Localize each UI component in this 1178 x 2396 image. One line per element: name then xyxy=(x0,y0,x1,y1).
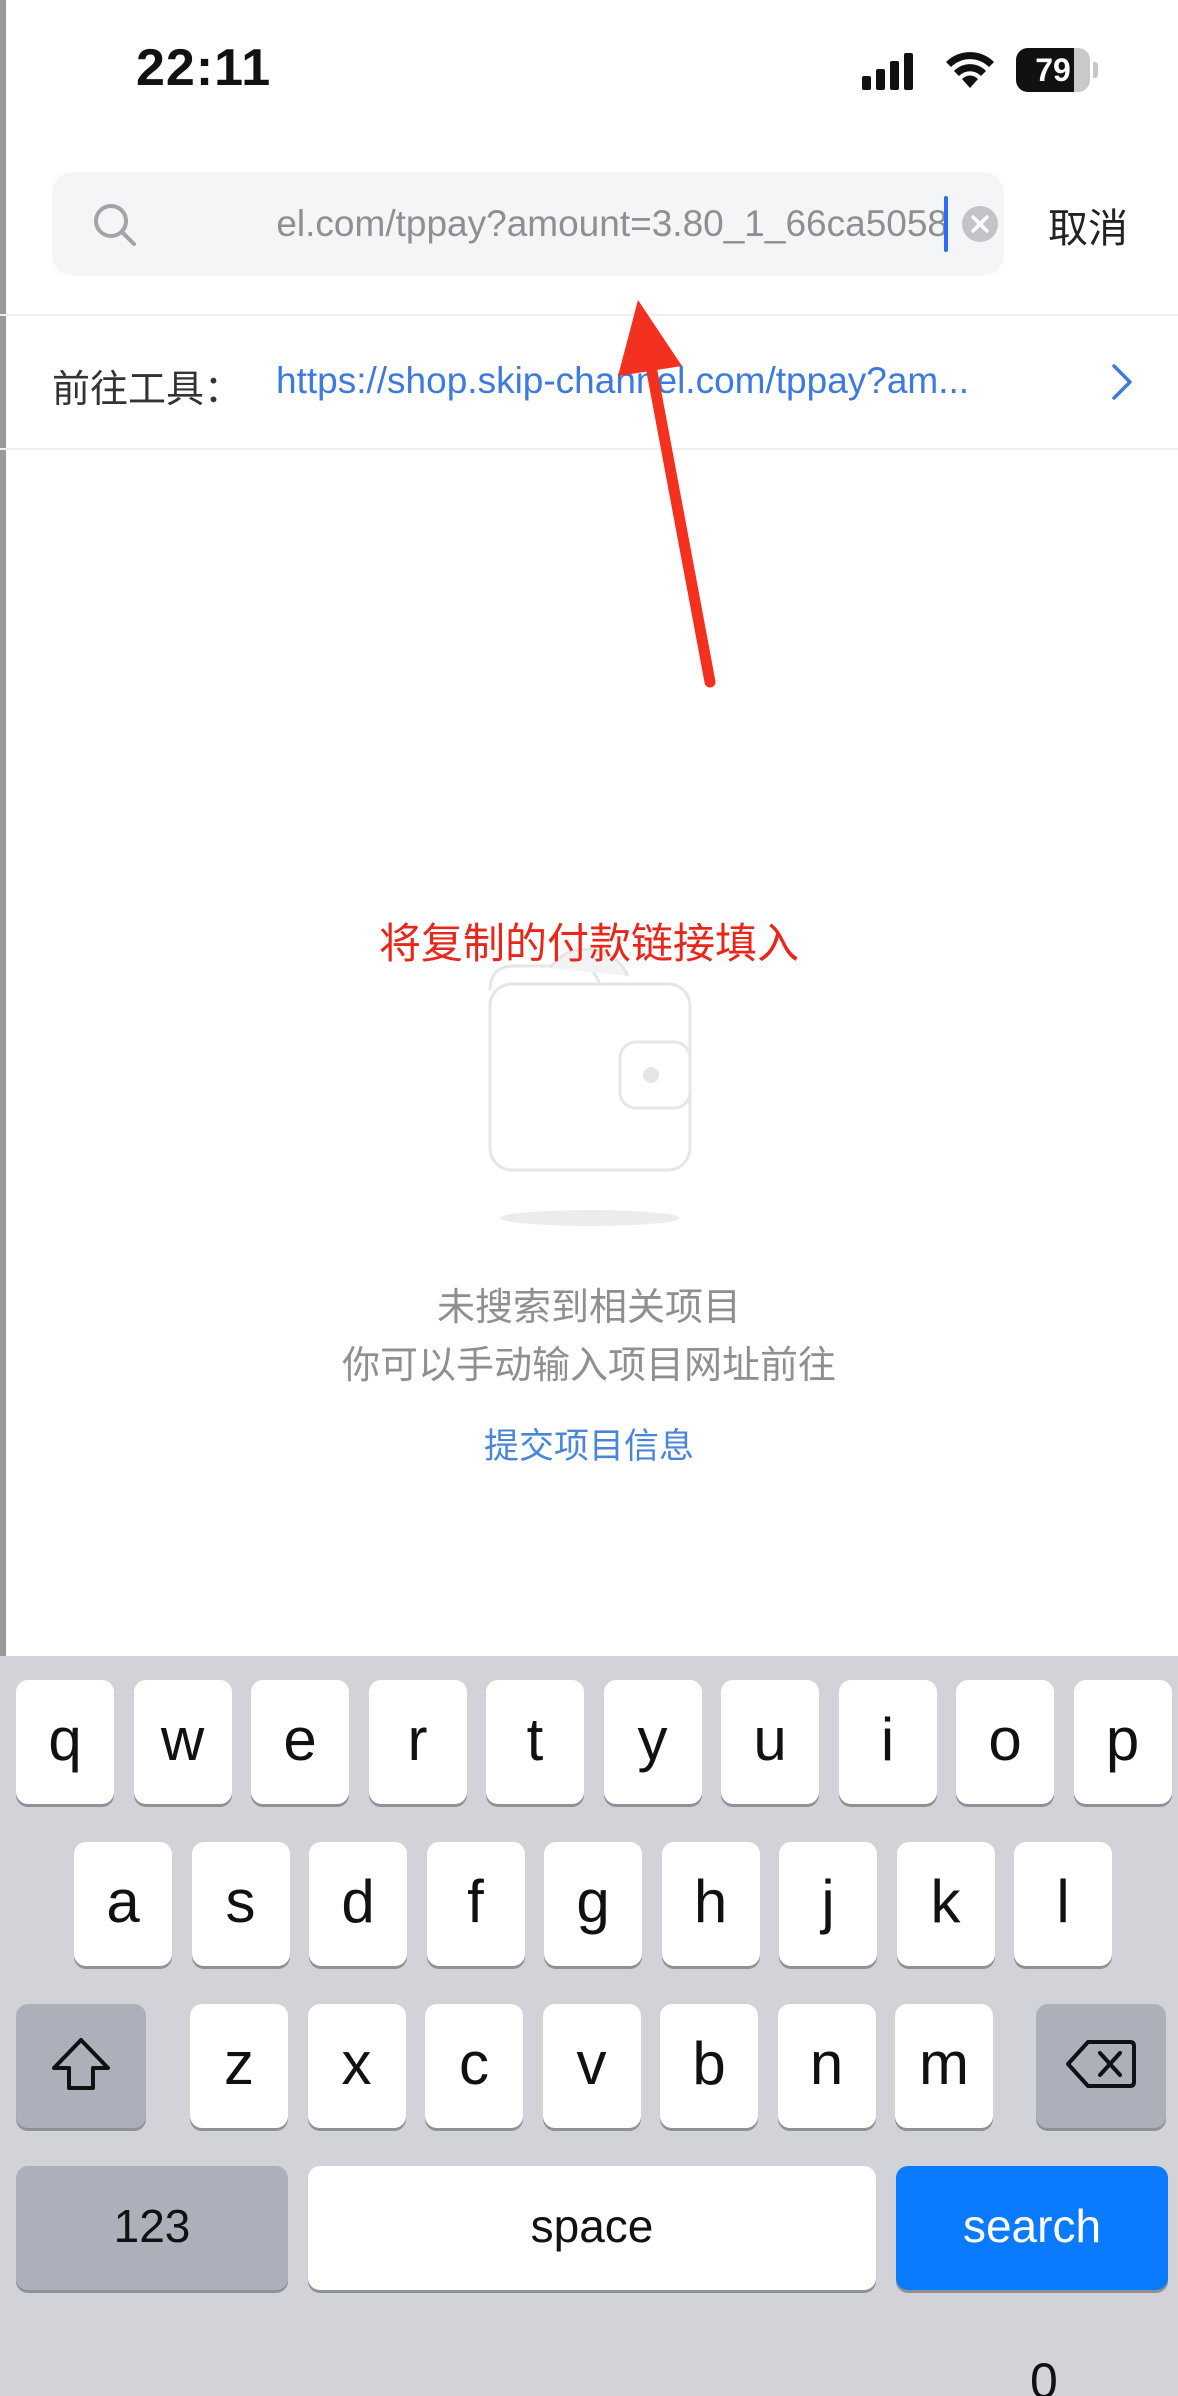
annotation-text: 将复制的付款链接填入 xyxy=(378,920,799,967)
goto-label: 前往工具： xyxy=(52,369,243,411)
status-bar: 22:11 79 xyxy=(0,0,1178,140)
key-x[interactable]: x xyxy=(307,2004,406,2128)
battery-shell: 79 xyxy=(1016,48,1090,92)
chevron-right-icon[interactable] xyxy=(1106,360,1136,404)
wallet-illustration-icon xyxy=(488,947,692,1226)
key-k[interactable]: k xyxy=(896,1842,995,1966)
search-box[interactable]: el.com/tppay?amount=3.80_1_66ca5058 xyxy=(52,172,1004,276)
key-t[interactable]: t xyxy=(486,1680,584,1804)
key-y[interactable]: y xyxy=(603,1680,702,1804)
shift-key[interactable] xyxy=(16,2004,146,2128)
numbers-key[interactable]: 123 xyxy=(16,2166,288,2290)
search-icon xyxy=(94,204,136,246)
key-b[interactable]: b xyxy=(660,2004,758,2128)
cellular-signal-icon xyxy=(862,53,913,90)
key-w[interactable]: w xyxy=(133,1680,232,1804)
bottom-hint: 0 xyxy=(1030,2353,1058,2396)
key-p[interactable]: p xyxy=(1073,1680,1172,1804)
key-q[interactable]: q xyxy=(16,1680,114,1804)
keyboard: qwertyuiop asdfghjkl zxcvbnm 123 space s… xyxy=(0,1656,1178,2396)
backspace-icon xyxy=(1066,2040,1136,2088)
key-o[interactable]: o xyxy=(956,1680,1054,1804)
key-n[interactable]: n xyxy=(777,2004,876,2128)
key-s[interactable]: s xyxy=(191,1842,290,1966)
key-z[interactable]: z xyxy=(190,2004,288,2128)
delete-key[interactable] xyxy=(1036,2004,1166,2128)
annotation-arrow-icon xyxy=(618,300,716,688)
key-g[interactable]: g xyxy=(544,1842,642,1966)
key-a[interactable]: a xyxy=(74,1842,172,1966)
submit-project-link[interactable]: 提交项目信息 xyxy=(0,1418,1178,1469)
screen-left-edge xyxy=(0,0,6,1656)
key-r[interactable]: r xyxy=(368,1680,467,1804)
goto-tool-row[interactable]: 前往工具： https://shop.skip-channel.com/tppa… xyxy=(0,316,1178,448)
key-d[interactable]: d xyxy=(309,1842,407,1966)
empty-state-title: 未搜索到相关项目 xyxy=(436,1287,741,1329)
empty-state-subtitle: 你可以手动输入项目网址前往 xyxy=(341,1345,836,1387)
divider xyxy=(0,448,1178,450)
key-i[interactable]: i xyxy=(838,1680,937,1804)
status-time: 22:11 xyxy=(136,39,272,97)
search-input-value: el.com/tppay?amount=3.80_1_66ca5058 xyxy=(276,203,948,244)
shift-icon xyxy=(52,2038,110,2090)
cancel-button[interactable]: 取消 xyxy=(1048,196,1128,254)
battery-tip xyxy=(1093,62,1098,78)
key-e[interactable]: e xyxy=(251,1680,349,1804)
battery-icon: 79 xyxy=(1016,48,1098,92)
key-m[interactable]: m xyxy=(895,2004,993,2128)
battery-level: 79 xyxy=(1035,52,1071,88)
space-key[interactable]: space xyxy=(308,2166,876,2290)
key-v[interactable]: v xyxy=(542,2004,641,2128)
clear-icon[interactable] xyxy=(960,204,1000,244)
search-input[interactable]: el.com/tppay?amount=3.80_1_66ca5058 xyxy=(158,194,948,254)
key-f[interactable]: f xyxy=(426,1842,525,1966)
key-h[interactable]: h xyxy=(661,1842,760,1966)
key-j[interactable]: j xyxy=(779,1842,877,1966)
text-caret xyxy=(944,196,948,252)
key-u[interactable]: u xyxy=(721,1680,819,1804)
key-l[interactable]: l xyxy=(1014,1842,1112,1966)
wifi-icon xyxy=(946,52,994,88)
search-key[interactable]: search xyxy=(896,2166,1168,2290)
key-c[interactable]: c xyxy=(425,2004,523,2128)
